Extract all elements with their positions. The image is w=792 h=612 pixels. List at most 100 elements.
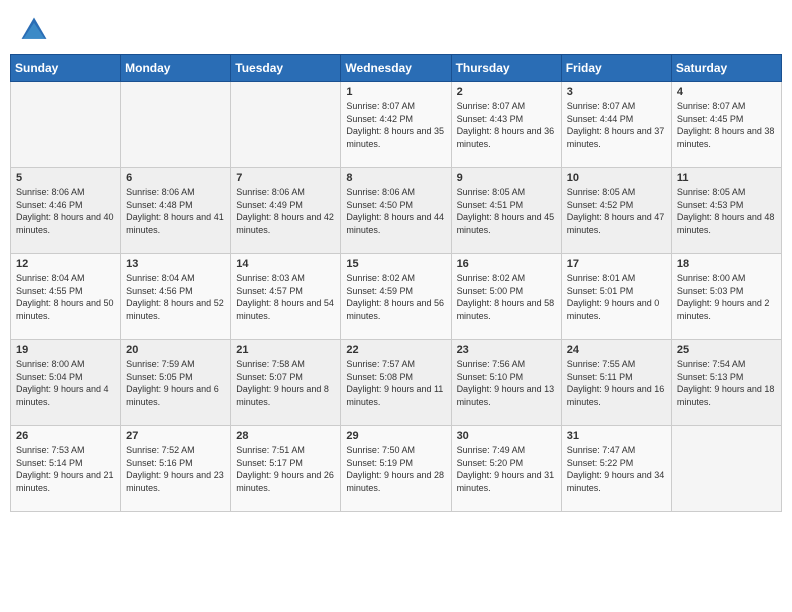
day-info: Sunrise: 8:00 AMSunset: 5:04 PMDaylight:… (16, 358, 115, 408)
logo-icon (18, 14, 50, 46)
calendar-week-row: 26 Sunrise: 7:53 AMSunset: 5:14 PMDayligh… (11, 426, 782, 512)
calendar-cell: 21 Sunrise: 7:58 AMSunset: 5:07 PMDayligh… (231, 340, 341, 426)
day-info: Sunrise: 7:47 AMSunset: 5:22 PMDaylight:… (567, 444, 666, 494)
day-info: Sunrise: 7:49 AMSunset: 5:20 PMDaylight:… (457, 444, 556, 494)
day-number: 9 (457, 172, 556, 184)
day-info: Sunrise: 8:06 AMSunset: 4:48 PMDaylight:… (126, 186, 225, 236)
day-info: Sunrise: 7:57 AMSunset: 5:08 PMDaylight:… (346, 358, 445, 408)
weekday-header: Thursday (451, 55, 561, 82)
day-info: Sunrise: 7:55 AMSunset: 5:11 PMDaylight:… (567, 358, 666, 408)
calendar-cell: 11 Sunrise: 8:05 AMSunset: 4:53 PMDayligh… (671, 168, 781, 254)
day-number: 12 (16, 258, 115, 270)
day-info: Sunrise: 7:50 AMSunset: 5:19 PMDaylight:… (346, 444, 445, 494)
calendar-cell: 20 Sunrise: 7:59 AMSunset: 5:05 PMDayligh… (121, 340, 231, 426)
day-number: 31 (567, 430, 666, 442)
calendar-cell: 6 Sunrise: 8:06 AMSunset: 4:48 PMDaylight… (121, 168, 231, 254)
weekday-header: Wednesday (341, 55, 451, 82)
day-info: Sunrise: 8:01 AMSunset: 5:01 PMDaylight:… (567, 272, 666, 322)
day-info: Sunrise: 7:53 AMSunset: 5:14 PMDaylight:… (16, 444, 115, 494)
calendar-cell: 1 Sunrise: 8:07 AMSunset: 4:42 PMDaylight… (341, 82, 451, 168)
day-info: Sunrise: 8:06 AMSunset: 4:49 PMDaylight:… (236, 186, 335, 236)
day-info: Sunrise: 8:07 AMSunset: 4:45 PMDaylight:… (677, 100, 776, 150)
day-info: Sunrise: 8:05 AMSunset: 4:53 PMDaylight:… (677, 186, 776, 236)
day-number: 8 (346, 172, 445, 184)
day-number: 16 (457, 258, 556, 270)
weekday-header: Tuesday (231, 55, 341, 82)
calendar-table: SundayMondayTuesdayWednesdayThursdayFrid… (10, 54, 782, 512)
day-info: Sunrise: 7:52 AMSunset: 5:16 PMDaylight:… (126, 444, 225, 494)
day-number: 11 (677, 172, 776, 184)
calendar-cell: 2Sunrise: 8:07 AMSunset: 4:43 PMDaylight… (451, 82, 561, 168)
day-info: Sunrise: 7:51 AMSunset: 5:17 PMDaylight:… (236, 444, 335, 494)
calendar: SundayMondayTuesdayWednesdayThursdayFrid… (0, 54, 792, 612)
day-info: Sunrise: 8:00 AMSunset: 5:03 PMDaylight:… (677, 272, 776, 322)
day-number: 10 (567, 172, 666, 184)
day-info: Sunrise: 7:54 AMSunset: 5:13 PMDaylight:… (677, 358, 776, 408)
calendar-cell: 7Sunrise: 8:06 AMSunset: 4:49 PMDaylight… (231, 168, 341, 254)
calendar-cell: 8 Sunrise: 8:06 AMSunset: 4:50 PMDaylight… (341, 168, 451, 254)
day-info: Sunrise: 8:07 AMSunset: 4:44 PMDaylight:… (567, 100, 666, 150)
day-info: Sunrise: 8:07 AMSunset: 4:42 PMDaylight:… (346, 100, 445, 150)
calendar-cell: 13Sunrise: 8:04 AMSunset: 4:56 PMDayligh… (121, 254, 231, 340)
calendar-cell: 3 Sunrise: 8:07 AMSunset: 4:44 PMDaylight… (561, 82, 671, 168)
day-number: 25 (677, 344, 776, 356)
weekday-header: Saturday (671, 55, 781, 82)
calendar-cell (671, 426, 781, 512)
day-info: Sunrise: 7:56 AMSunset: 5:10 PMDaylight:… (457, 358, 556, 408)
calendar-cell: 19 Sunrise: 8:00 AMSunset: 5:04 PMDayligh… (11, 340, 121, 426)
day-number: 24 (567, 344, 666, 356)
calendar-cell (11, 82, 121, 168)
logo (18, 14, 54, 46)
calendar-week-row: 19 Sunrise: 8:00 AMSunset: 5:04 PMDayligh… (11, 340, 782, 426)
calendar-cell: 28 Sunrise: 7:51 AMSunset: 5:17 PMDayligh… (231, 426, 341, 512)
day-info: Sunrise: 7:58 AMSunset: 5:07 PMDaylight:… (236, 358, 335, 408)
day-number: 19 (16, 344, 115, 356)
calendar-cell (121, 82, 231, 168)
day-info: Sunrise: 7:59 AMSunset: 5:05 PMDaylight:… (126, 358, 225, 408)
day-info: Sunrise: 8:05 AMSunset: 4:52 PMDaylight:… (567, 186, 666, 236)
day-number: 1 (346, 86, 445, 98)
calendar-cell: 18 Sunrise: 8:00 AMSunset: 5:03 PMDayligh… (671, 254, 781, 340)
page: SundayMondayTuesdayWednesdayThursdayFrid… (0, 0, 792, 612)
calendar-cell: 15Sunrise: 8:02 AMSunset: 4:59 PMDayligh… (341, 254, 451, 340)
calendar-cell: 10 Sunrise: 8:05 AMSunset: 4:52 PMDayligh… (561, 168, 671, 254)
day-info: Sunrise: 8:06 AMSunset: 4:46 PMDaylight:… (16, 186, 115, 236)
day-number: 21 (236, 344, 335, 356)
calendar-cell: 22 Sunrise: 7:57 AMSunset: 5:08 PMDayligh… (341, 340, 451, 426)
day-number: 3 (567, 86, 666, 98)
day-info: Sunrise: 8:04 AMSunset: 4:55 PMDaylight:… (16, 272, 115, 322)
day-info: Sunrise: 8:02 AMSunset: 5:00 PMDaylight:… (457, 272, 556, 322)
header (0, 0, 792, 54)
calendar-cell: 30Sunrise: 7:49 AMSunset: 5:20 PMDayligh… (451, 426, 561, 512)
weekday-header: Sunday (11, 55, 121, 82)
weekday-row: SundayMondayTuesdayWednesdayThursdayFrid… (11, 55, 782, 82)
day-number: 20 (126, 344, 225, 356)
day-info: Sunrise: 8:06 AMSunset: 4:50 PMDaylight:… (346, 186, 445, 236)
day-info: Sunrise: 8:07 AMSunset: 4:43 PMDaylight:… (457, 100, 556, 150)
calendar-cell: 29Sunrise: 7:50 AMSunset: 5:19 PMDayligh… (341, 426, 451, 512)
calendar-cell: 23 Sunrise: 7:56 AMSunset: 5:10 PMDayligh… (451, 340, 561, 426)
day-info: Sunrise: 8:04 AMSunset: 4:56 PMDaylight:… (126, 272, 225, 322)
day-number: 22 (346, 344, 445, 356)
calendar-week-row: 1 Sunrise: 8:07 AMSunset: 4:42 PMDaylight… (11, 82, 782, 168)
day-number: 18 (677, 258, 776, 270)
calendar-week-row: 12 Sunrise: 8:04 AMSunset: 4:55 PMDayligh… (11, 254, 782, 340)
day-info: Sunrise: 8:03 AMSunset: 4:57 PMDaylight:… (236, 272, 335, 322)
day-info: Sunrise: 8:05 AMSunset: 4:51 PMDaylight:… (457, 186, 556, 236)
day-number: 23 (457, 344, 556, 356)
calendar-cell: 5 Sunrise: 8:06 AMSunset: 4:46 PMDaylight… (11, 168, 121, 254)
calendar-cell: 27Sunrise: 7:52 AMSunset: 5:16 PMDayligh… (121, 426, 231, 512)
calendar-cell: 4 Sunrise: 8:07 AMSunset: 4:45 PMDaylight… (671, 82, 781, 168)
day-number: 14 (236, 258, 335, 270)
weekday-header: Friday (561, 55, 671, 82)
day-number: 15 (346, 258, 445, 270)
calendar-cell: 25 Sunrise: 7:54 AMSunset: 5:13 PMDayligh… (671, 340, 781, 426)
day-number: 6 (126, 172, 225, 184)
day-number: 28 (236, 430, 335, 442)
day-number: 26 (16, 430, 115, 442)
day-number: 17 (567, 258, 666, 270)
day-number: 5 (16, 172, 115, 184)
calendar-cell: 24 Sunrise: 7:55 AMSunset: 5:11 PMDayligh… (561, 340, 671, 426)
calendar-cell: 12 Sunrise: 8:04 AMSunset: 4:55 PMDayligh… (11, 254, 121, 340)
day-number: 4 (677, 86, 776, 98)
